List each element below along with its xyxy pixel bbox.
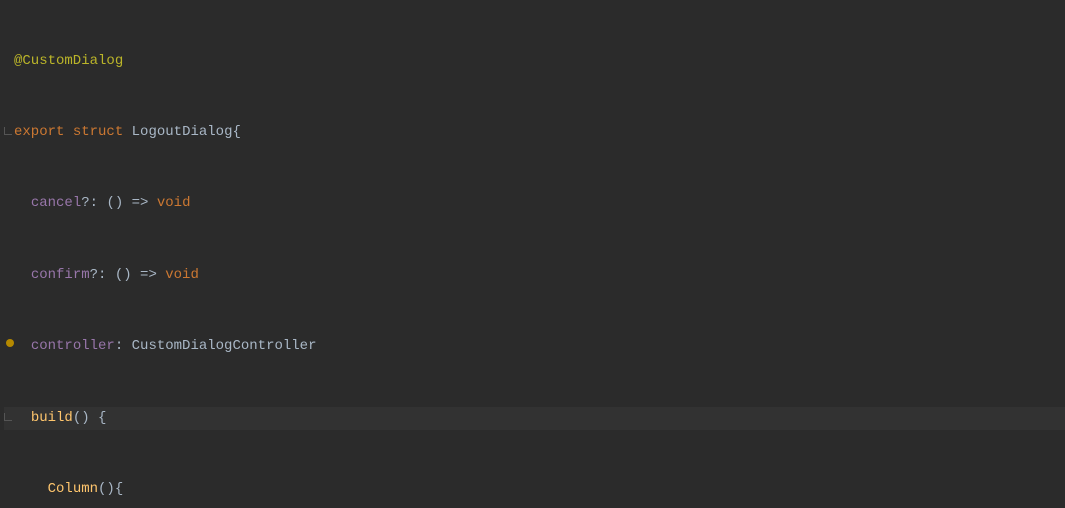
type-name: CustomDialogController [132,338,317,354]
sig: () => [98,195,157,211]
code-line[interactable]: export struct LogoutDialog{ [4,121,1065,145]
prop-confirm: confirm [31,267,90,283]
code-line-active[interactable]: build() { [4,407,1065,431]
punct: (){ [98,481,123,497]
kw-export: export [14,124,64,140]
punct: () [73,410,90,426]
fold-indicator-icon[interactable] [4,127,12,135]
prop-cancel: cancel [31,195,81,211]
punct: ?: [90,267,107,283]
code-line[interactable]: @CustomDialog [4,50,1065,74]
brace: { [232,124,240,140]
kw-void: void [165,267,199,283]
kw-void: void [157,195,191,211]
code-line[interactable]: cancel?: () => void [4,192,1065,216]
gutter-warning-icon[interactable] [6,339,14,347]
code-editor[interactable]: @CustomDialog export struct LogoutDialog… [0,0,1065,508]
fn-column: Column [48,481,98,497]
punct: : [115,338,123,354]
punct: ?: [81,195,98,211]
kw-struct: struct [73,124,123,140]
prop-controller: controller [31,338,115,354]
fn-build: build [31,410,73,426]
code-line[interactable]: Column(){ [4,478,1065,502]
fold-indicator-icon[interactable] [4,413,12,421]
annotation: @CustomDialog [14,53,123,69]
struct-name: LogoutDialog [132,124,233,140]
code-line[interactable]: controller: CustomDialogController [4,335,1065,359]
sig: () => [106,267,165,283]
code-line[interactable]: confirm?: () => void [4,264,1065,288]
brace: { [90,410,107,426]
